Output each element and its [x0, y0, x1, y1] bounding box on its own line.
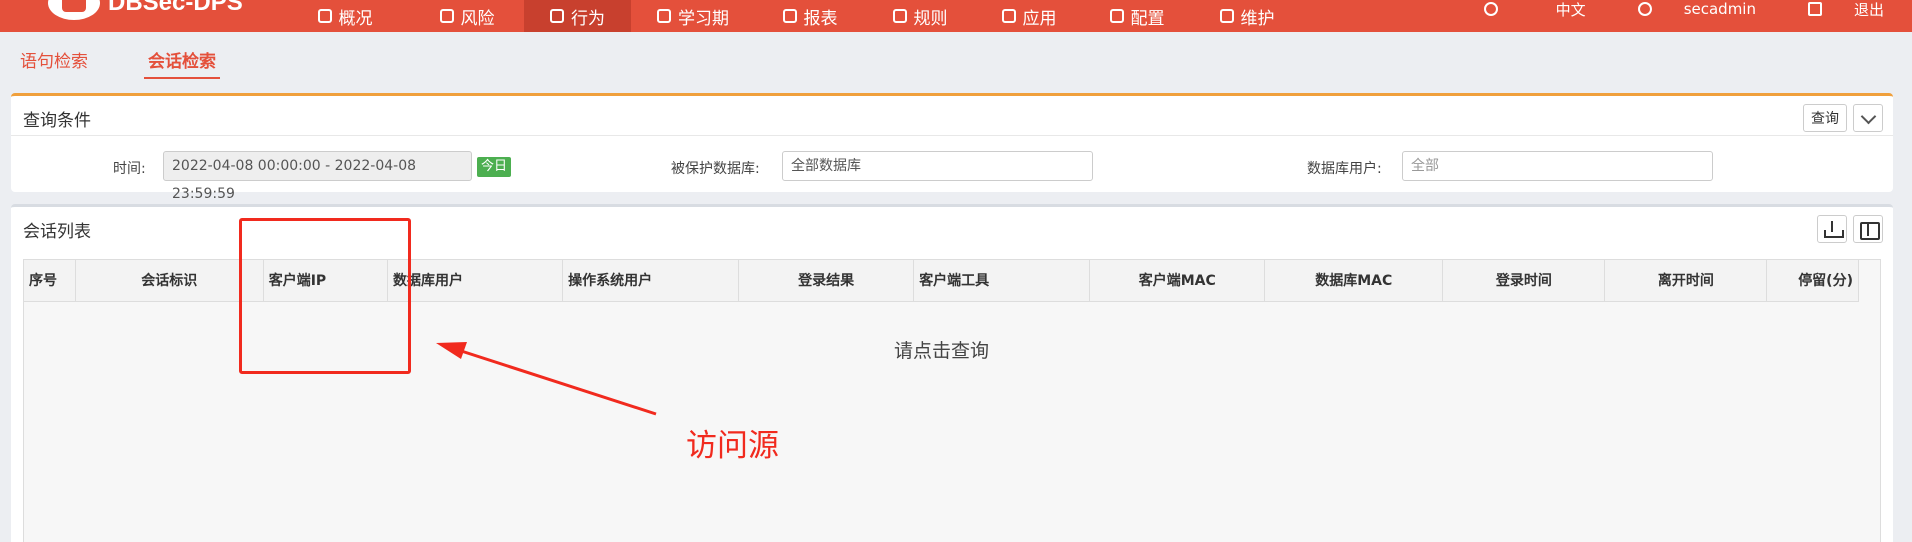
annotation-label: 访问源 — [686, 428, 779, 464]
annotation-arrow — [436, 342, 657, 416]
